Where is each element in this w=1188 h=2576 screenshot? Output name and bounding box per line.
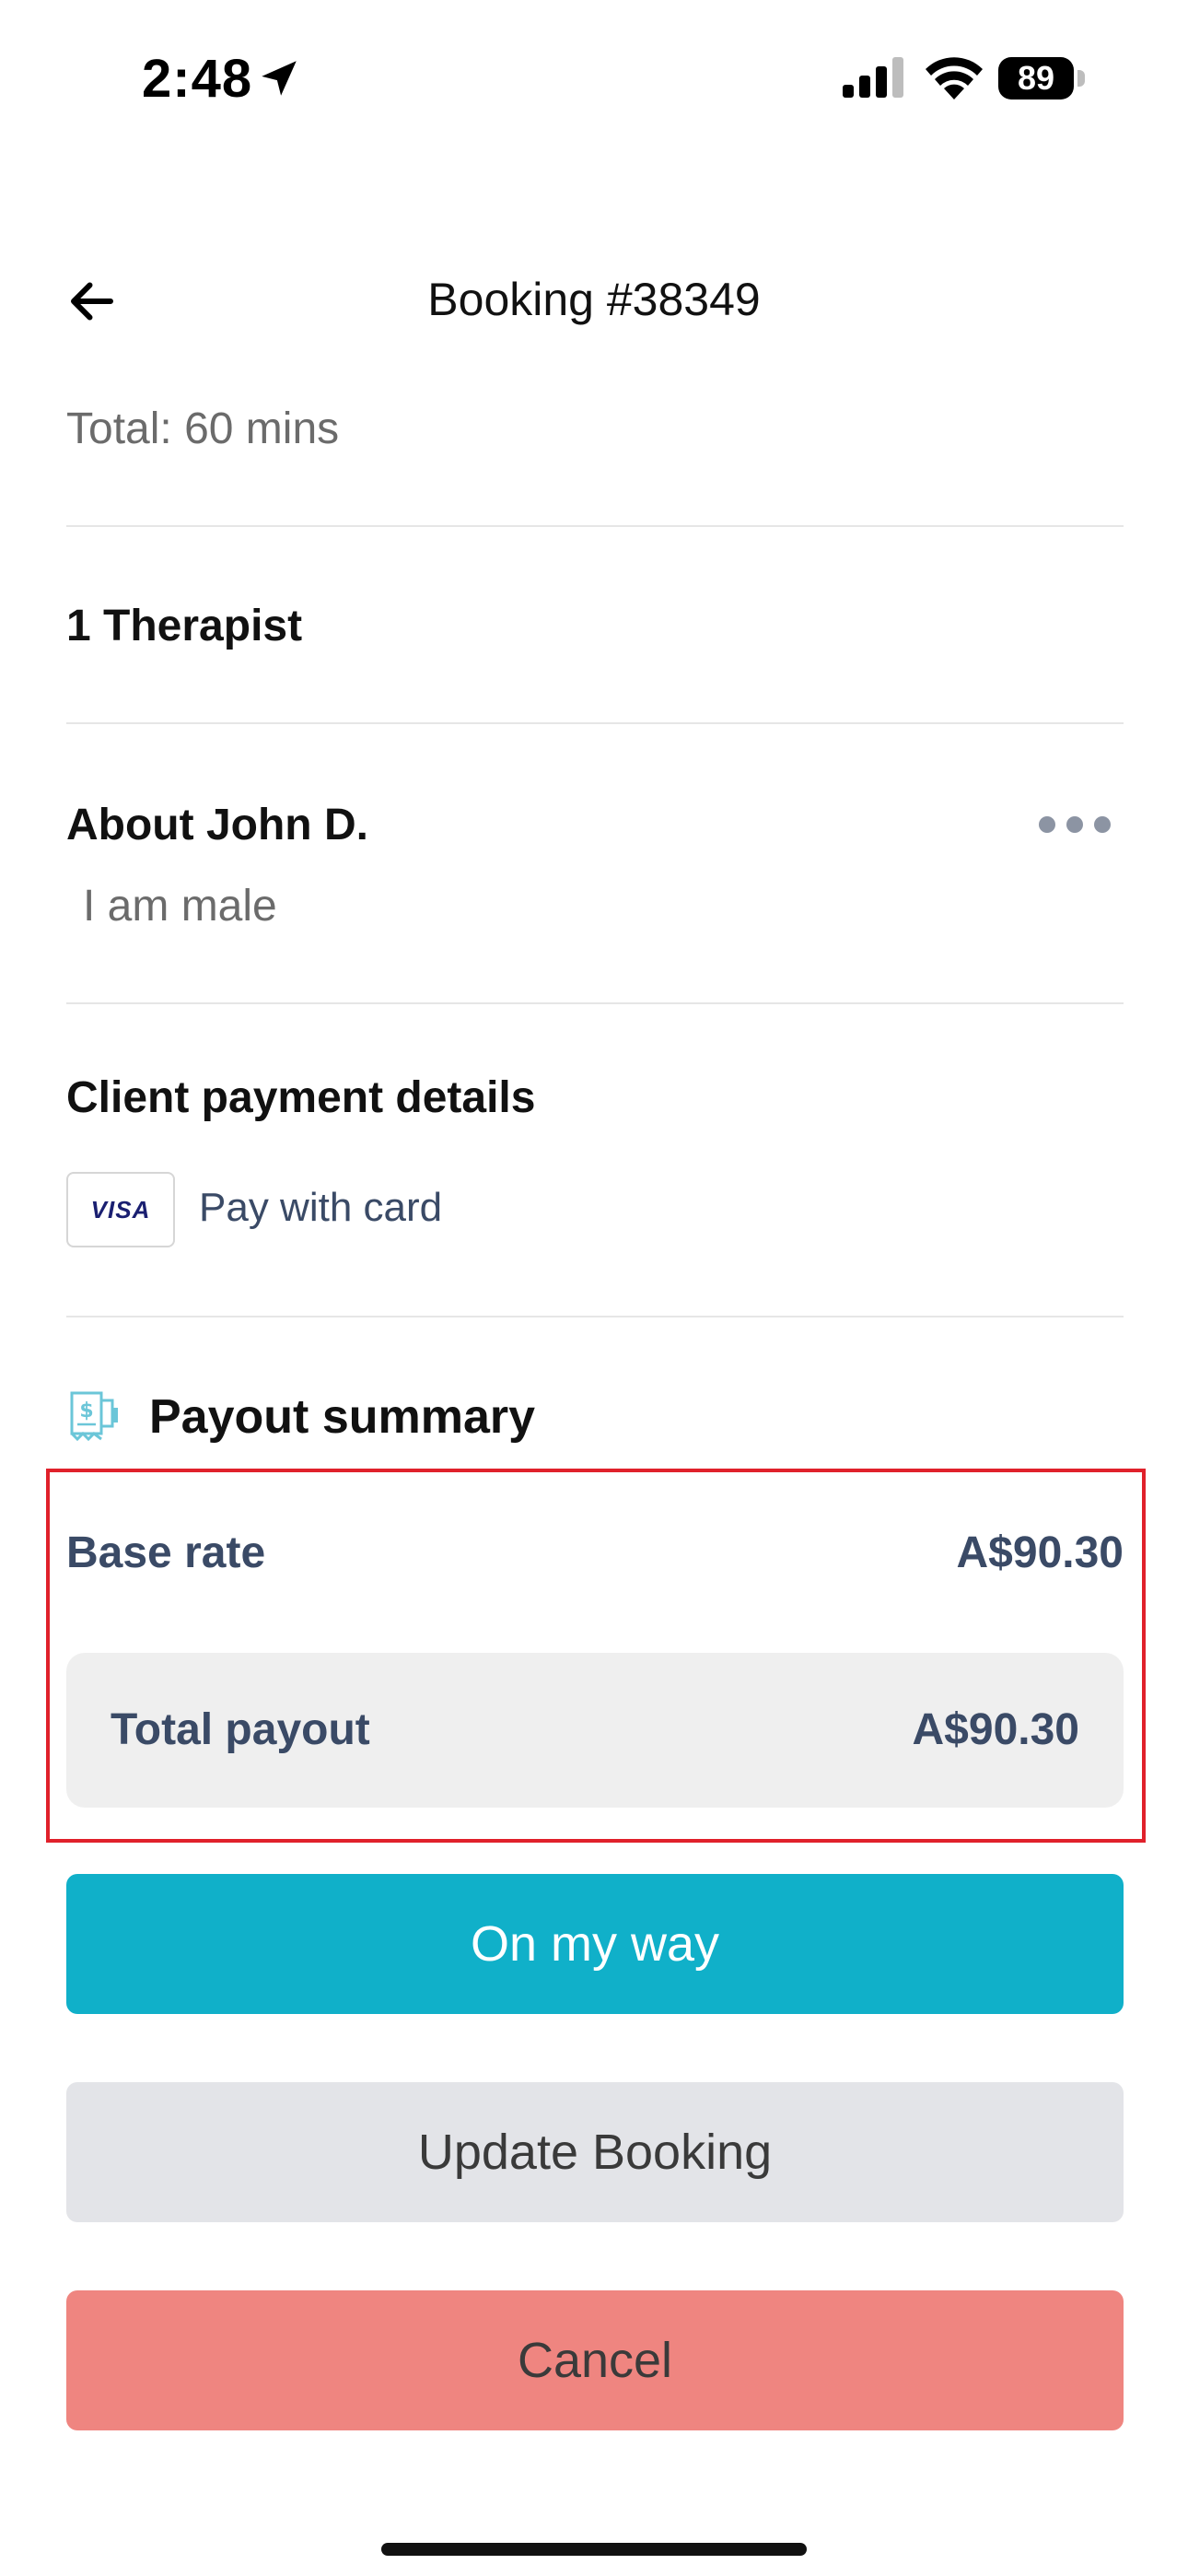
update-booking-button[interactable]: Update Booking [66,2082,1124,2222]
divider [66,1002,1124,1004]
divider [66,722,1124,724]
base-rate-value: A$90.30 [956,1528,1124,1577]
total-duration: Total: 60 mins [66,404,340,453]
total-payout-value: A$90.30 [912,1705,1079,1754]
cellular-signal-icon [843,57,903,98]
more-options-icon[interactable] [1039,811,1112,838]
payment-section-title: Client payment details [66,1073,536,1122]
battery-indicator: 89 [998,57,1087,100]
payout-summary-title: Payout summary [149,1390,536,1444]
on-my-way-button[interactable]: On my way [66,1874,1124,2014]
about-description: I am male [83,882,277,931]
page-title: Booking #38349 [427,274,761,325]
home-indicator[interactable] [381,2543,807,2556]
back-arrow-icon[interactable] [64,274,120,329]
total-payout-label: Total payout [111,1705,370,1754]
wifi-icon [926,57,983,100]
location-arrow-icon [262,61,297,96]
receipt-dollar-icon: $ [70,1391,118,1442]
battery-tip [1077,70,1085,87]
battery-level: 89 [998,57,1074,100]
visa-card-icon: VISA [66,1172,175,1247]
divider [66,1316,1124,1317]
total-payout-box: Total payout A$90.30 [66,1653,1124,1808]
svg-text:$: $ [79,1399,93,1423]
about-title: About John D. [66,801,368,849]
divider [66,525,1124,527]
base-rate-label: Base rate [66,1528,266,1577]
therapist-count: 1 Therapist [66,602,303,650]
status-time: 2:48 [142,49,253,109]
payment-method-label: Pay with card [199,1185,443,1230]
cancel-button[interactable]: Cancel [66,2290,1124,2430]
